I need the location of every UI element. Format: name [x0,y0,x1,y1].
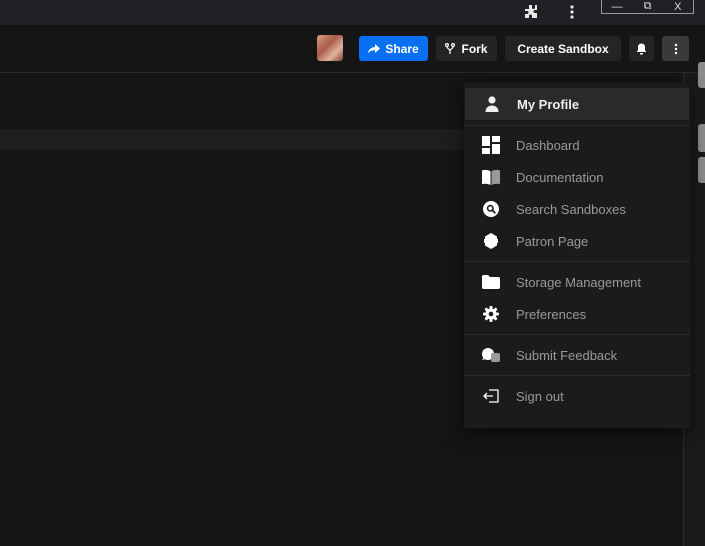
dashboard-icon [482,136,500,154]
fork-button[interactable]: Fork [436,36,497,61]
menu-item-search-sandboxes[interactable]: Search Sandboxes [464,193,690,225]
fork-label: Fork [461,41,488,56]
menu-divider [464,125,690,126]
notifications-button[interactable] [629,36,654,61]
chat-icon [482,346,500,364]
restore-button[interactable]: ⧉ [632,0,662,13]
menu-item-documentation[interactable]: Documentation [464,161,690,193]
close-button[interactable]: X [663,0,693,13]
menu-item-label: Patron Page [516,233,589,249]
patron-icon [482,232,500,250]
menu-item-dashboard[interactable]: Dashboard [464,129,690,161]
sign-out-icon [482,387,500,405]
menu-item-label: My Profile [517,96,580,112]
scrollbar-thumb-3[interactable] [698,157,705,183]
extensions-puzzle-icon[interactable] [522,3,540,21]
browser-menu-icon[interactable] [566,3,578,21]
sub-toolbar [0,129,470,150]
menu-item-submit-feedback[interactable]: Submit Feedback [464,339,690,371]
menu-item-label: Documentation [516,169,604,185]
gear-icon [482,305,500,323]
create-sandbox-button[interactable]: Create Sandbox [505,36,621,61]
kebab-icon [674,43,677,54]
share-arrow-icon [368,43,381,53]
more-menu-button[interactable] [662,36,689,61]
menu-item-label: Sign out [516,388,564,404]
scrollbar-thumb[interactable] [698,62,705,88]
menu-item-my-profile[interactable]: My Profile [465,88,689,120]
share-label: Share [385,41,419,56]
menu-item-label: Storage Management [516,274,642,290]
fork-icon [445,42,456,54]
scrollbar-thumb-2[interactable] [698,124,705,152]
menu-item-label: Search Sandboxes [516,201,626,217]
user-dropdown-menu: My Profile Dashboard Documentation Searc… [464,83,690,428]
menu-item-sign-out[interactable]: Sign out [464,380,690,412]
menu-item-label: Dashboard [516,137,580,153]
window-controls: — ⧉ X [601,0,694,14]
menu-item-label: Submit Feedback [516,347,618,363]
menu-item-preferences[interactable]: Preferences [464,298,690,330]
menu-divider [464,261,690,262]
menu-item-label: Preferences [516,306,587,322]
user-icon [483,95,501,113]
browser-toolbar: — ⧉ X [0,0,705,25]
avatar[interactable] [317,35,343,61]
share-button[interactable]: Share [359,36,428,61]
bell-icon [636,43,647,55]
menu-item-storage-management[interactable]: Storage Management [464,266,690,298]
folder-icon [482,273,500,291]
book-icon [482,168,500,186]
minimize-button[interactable]: — [602,0,632,13]
create-sandbox-label: Create Sandbox [517,41,609,56]
menu-item-patron-page[interactable]: Patron Page [464,225,690,257]
menu-divider [464,334,690,335]
menu-divider [464,375,690,376]
search-icon [482,200,500,218]
